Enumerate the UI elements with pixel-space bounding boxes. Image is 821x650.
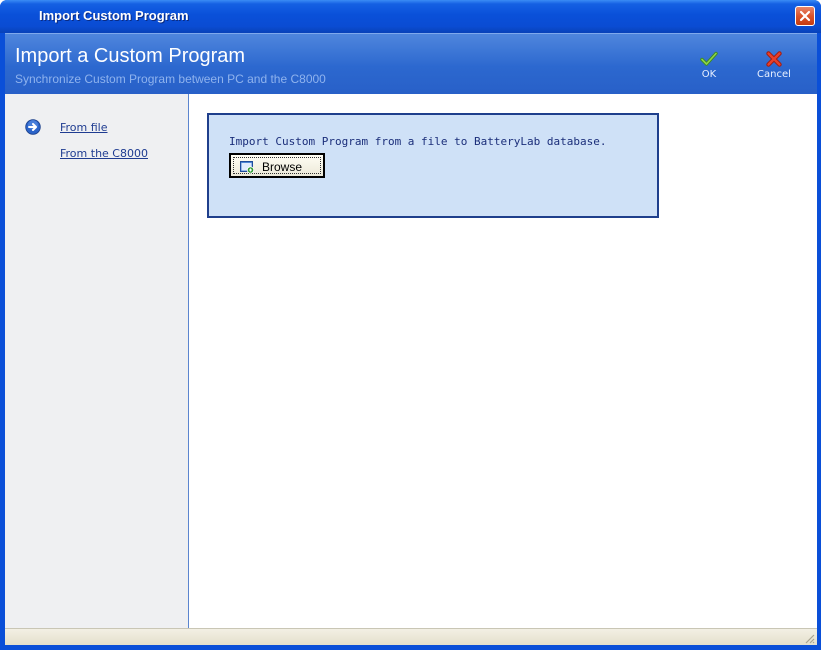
ok-label: OK bbox=[701, 69, 717, 80]
import-panel: Import Custom Program from a file to Bat… bbox=[207, 113, 659, 218]
cancel-x-icon bbox=[766, 51, 782, 67]
open-folder-icon bbox=[240, 161, 255, 174]
browse-button[interactable]: Browse bbox=[229, 153, 325, 178]
browse-focus-ring: Browse bbox=[233, 157, 321, 174]
header-title: Import a Custom Program bbox=[15, 45, 246, 67]
title-bar[interactable]: Import Custom Program bbox=[0, 0, 821, 33]
dialog-window: Import Custom Program Import a Custom Pr… bbox=[0, 0, 821, 650]
close-button[interactable] bbox=[795, 6, 815, 26]
sidebar: From file From the C8000 bbox=[5, 94, 189, 628]
browse-label: Browse bbox=[262, 160, 303, 174]
close-icon bbox=[799, 10, 811, 22]
dialog-header: Import a Custom Program Synchronize Cust… bbox=[5, 33, 817, 94]
window-title: Import Custom Program bbox=[39, 8, 189, 23]
window-bottom-border bbox=[5, 645, 817, 650]
main-content: Import Custom Program from a file to Bat… bbox=[189, 94, 817, 628]
header-subtitle: Synchronize Custom Program between PC an… bbox=[15, 72, 326, 86]
arrow-right-circle-icon bbox=[25, 119, 41, 135]
cancel-label: Cancel bbox=[757, 69, 791, 80]
checkmark-icon bbox=[700, 51, 718, 66]
sidebar-item-from-file[interactable]: From file bbox=[60, 121, 108, 134]
status-bar bbox=[5, 628, 817, 645]
import-instructions: Import Custom Program from a file to Bat… bbox=[229, 135, 607, 148]
dialog-client-area: Import a Custom Program Synchronize Cust… bbox=[5, 33, 817, 650]
resize-grip-icon[interactable] bbox=[803, 632, 815, 644]
sidebar-item-from-c8000[interactable]: From the C8000 bbox=[60, 147, 148, 160]
cancel-button[interactable]: Cancel bbox=[749, 50, 799, 90]
ok-button[interactable]: OK bbox=[684, 50, 734, 90]
